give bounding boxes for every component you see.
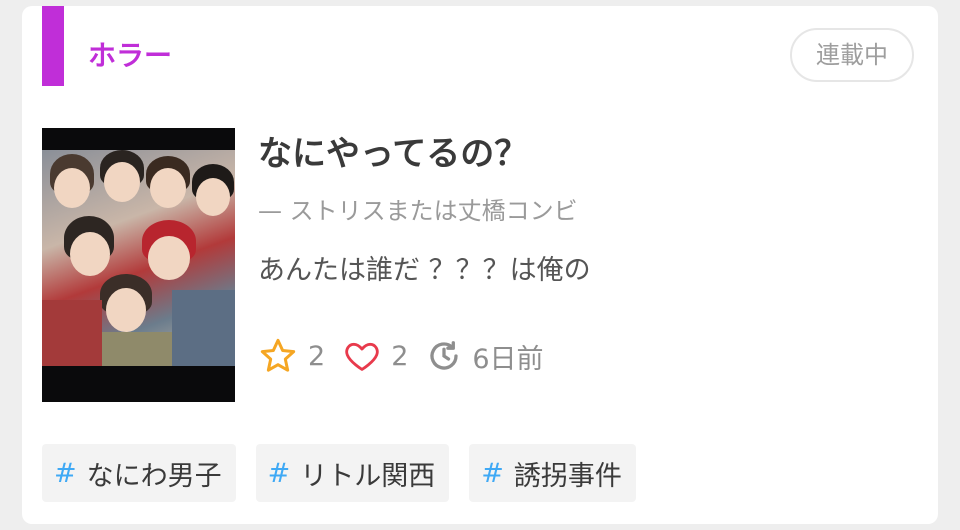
- tag-label: 誘拐事件: [513, 460, 622, 492]
- story-title[interactable]: なにやってるの？: [258, 130, 528, 178]
- star-icon: [260, 338, 296, 372]
- status-badge: 連載中: [790, 28, 914, 82]
- tag-list: # なにわ男子 # リトル関西 # 誘拐事件: [42, 444, 656, 502]
- cover-thumbnail[interactable]: [42, 128, 235, 402]
- updated-time: 6日前: [472, 343, 544, 375]
- star-stat: 2: [258, 336, 325, 376]
- story-stats: 2 2 6日前: [258, 334, 562, 378]
- like-count: 2: [391, 340, 409, 372]
- updated-stat: 6日前: [426, 337, 544, 376]
- hash-icon: #: [54, 457, 77, 489]
- star-count: 2: [308, 340, 326, 372]
- tag-chip[interactable]: # なにわ男子: [42, 444, 236, 502]
- genre-label: ホラー: [88, 39, 173, 72]
- history-clock-icon: [430, 341, 459, 370]
- group-photo: [42, 150, 235, 366]
- tag-chip[interactable]: # リトル関西: [255, 444, 450, 502]
- hash-icon: #: [267, 457, 291, 489]
- story-card[interactable]: ホラー 連載中 なにやってるの？ — ストリスまたは丈橋コンビ あんたは誰だ ？…: [22, 6, 938, 524]
- heart-icon: [345, 342, 379, 371]
- tag-label: なにわ男子: [86, 460, 222, 492]
- story-summary: あんたは誰だ ？？？は俺の: [258, 255, 591, 286]
- story-author[interactable]: — ストリスまたは丈橋コンビ: [258, 194, 578, 228]
- hash-icon: #: [481, 457, 504, 489]
- genre-accent-bar: [42, 6, 64, 86]
- tag-label: リトル関西: [300, 460, 436, 492]
- like-stat: 2: [343, 337, 408, 375]
- tag-chip[interactable]: # 誘拐事件: [469, 444, 636, 502]
